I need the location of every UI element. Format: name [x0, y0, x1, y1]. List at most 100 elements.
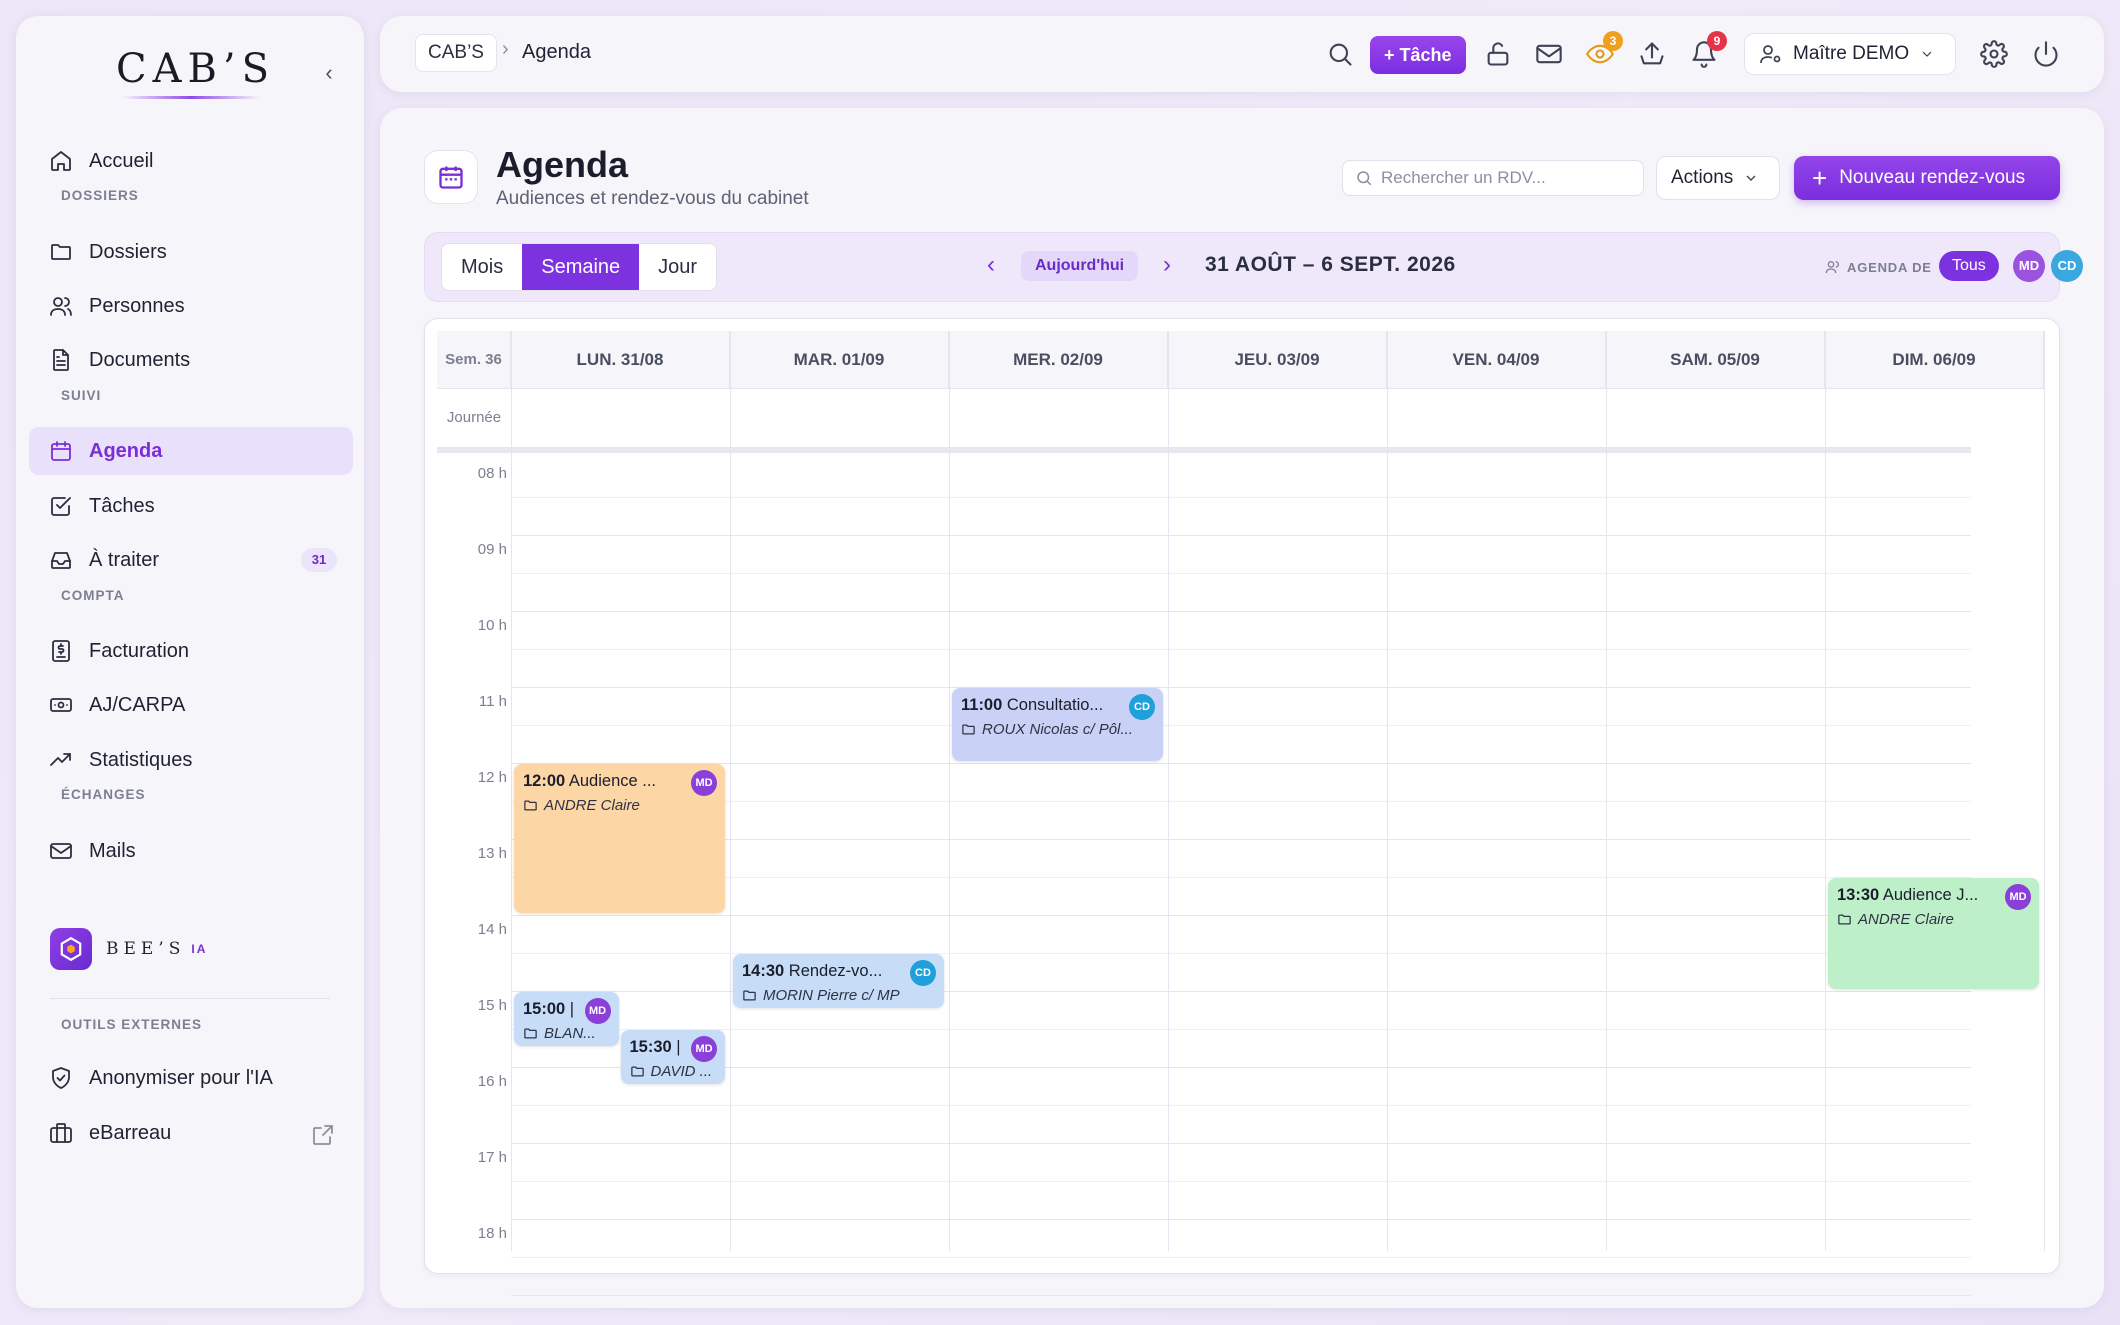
page-subtitle: Audiences et rendez-vous du cabinet [496, 188, 809, 209]
cabs-logo[interactable]: CAB’S [116, 44, 276, 100]
logo-text: CAB’S [116, 46, 276, 92]
day-header[interactable]: JEU. 03/09 [1168, 331, 1387, 389]
day-column-line [730, 331, 731, 1251]
sidebar-item-aj-carpa[interactable]: AJ/CARPA [29, 681, 353, 729]
new-appointment-button[interactable]: + Nouveau rendez-vous [1794, 156, 2060, 200]
external-link-icon [313, 1125, 333, 1145]
event-folder: ANDRE Claire [1837, 911, 2030, 928]
event-folder-name: DAVID ... [650, 1063, 713, 1080]
watch-button[interactable]: 3 [1586, 31, 1623, 68]
sidebar-divider [50, 998, 330, 999]
event-time: 14:30 [742, 962, 785, 980]
filter-all-button[interactable]: Tous [1939, 251, 1999, 281]
day-header[interactable]: SAM. 05/09 [1606, 331, 1825, 389]
agenda-de-label: AGENDA DE [1825, 259, 1932, 275]
sidebar-item-accueil[interactable]: Accueil [29, 137, 353, 185]
event-label: Audience J... [1879, 886, 1979, 904]
day-column-line [1387, 331, 1388, 1251]
event-title: 14:30 Rendez-vo... [742, 962, 935, 981]
event-card[interactable]: 12:00 Audience ... ANDRE Claire MD [514, 764, 725, 913]
settings-button[interactable] [1980, 40, 2008, 68]
day-column-line [511, 331, 512, 1251]
event-card[interactable]: 15:30 | DAVID ... MD [620, 1030, 725, 1084]
sidebar-item-taches[interactable]: Tâches [29, 482, 353, 530]
hour-label: 09 h [477, 541, 507, 558]
sidebar-item-mails[interactable]: Mails [29, 827, 353, 875]
previous-week-button[interactable]: ‹ [987, 251, 995, 279]
agenda-de-text: AGENDA DE [1847, 259, 1932, 275]
breadcrumb-separator: › [502, 38, 509, 60]
user-menu-button[interactable]: Maître DEMO [1744, 33, 1956, 75]
bees-ia-logo[interactable]: BEE’S IA [50, 928, 207, 970]
event-label: | [565, 1000, 575, 1018]
a-traiter-count-badge: 31 [301, 548, 337, 572]
sidebar-item-anonymiser[interactable]: Anonymiser pour l'IA [29, 1054, 353, 1102]
folder-icon [630, 1066, 644, 1077]
mail-button[interactable] [1535, 40, 1563, 68]
search-rdv-input[interactable] [1381, 168, 1631, 188]
day-header[interactable]: DIM. 06/09 [1825, 331, 2044, 389]
sidebar-item-a-traiter[interactable]: À traiter 31 [29, 536, 353, 584]
logout-button[interactable] [2032, 40, 2060, 68]
sidebar-item-statistiques[interactable]: Statistiques [29, 736, 353, 784]
day-header[interactable]: VEN. 04/09 [1387, 331, 1606, 389]
event-label: Audience ... [565, 772, 657, 790]
event-card[interactable]: 14:30 Rendez-vo... MORIN Pierre c/ MP CD [733, 954, 944, 1008]
sidebar-item-dossiers[interactable]: Dossiers [29, 228, 353, 276]
date-range-label: 31 AOÛT – 6 SEPT. 2026 [1205, 253, 1456, 276]
sidebar-item-ebarreau[interactable]: eBarreau [29, 1109, 353, 1157]
event-folder-name: BLAN... [544, 1025, 596, 1042]
day-header[interactable]: LUN. 31/08 [511, 331, 730, 389]
hour-label: 11 h [478, 693, 507, 710]
view-switcher: Mois Semaine Jour [441, 243, 718, 291]
sidebar-item-agenda[interactable]: Agenda [29, 427, 353, 475]
search-button[interactable] [1326, 40, 1354, 68]
upload-button[interactable] [1638, 40, 1666, 68]
sidebar-item-facturation[interactable]: Facturation [29, 627, 353, 675]
event-time: 15:00 [523, 1000, 566, 1018]
search-rdv-field[interactable] [1342, 160, 1644, 196]
folder-icon [51, 244, 71, 260]
view-week-button[interactable]: Semaine [522, 244, 640, 290]
hour-label: 17 h [477, 1149, 507, 1166]
plus-icon: + [1812, 163, 1828, 193]
shield-check-icon [52, 1067, 70, 1089]
day-column-line [1168, 331, 1169, 1251]
briefcase-icon [50, 1123, 72, 1143]
search-icon [1329, 43, 1352, 66]
search-icon [1357, 171, 1372, 186]
bees-text: BEE’S [106, 939, 186, 959]
event-folder: MORIN Pierre c/ MP [742, 987, 935, 1004]
sidebar-item-documents[interactable]: Documents [29, 336, 353, 384]
today-button[interactable]: Aujourd'hui [1021, 251, 1139, 281]
main-panel: Agenda Audiences et rendez-vous du cabin… [380, 108, 2104, 1308]
view-month-button[interactable]: Mois [442, 244, 522, 290]
event-card[interactable]: 13:30 Audience J... ANDRE Claire MD [1828, 878, 2039, 989]
avatar-filter-md[interactable]: MD [2013, 250, 2045, 282]
home-icon [51, 151, 71, 171]
calendar-icon [439, 166, 463, 189]
trending-up-icon [50, 753, 71, 766]
gear-icon [1980, 40, 2008, 68]
event-time: 13:30 [1837, 886, 1880, 904]
day-header[interactable]: MAR. 01/09 [730, 331, 949, 389]
banknote-icon [50, 698, 72, 712]
notifications-button[interactable]: 9 [1690, 31, 1727, 68]
calendar-icon [51, 441, 71, 461]
view-day-button[interactable]: Jour [639, 244, 716, 290]
actions-dropdown[interactable]: Actions [1656, 156, 1780, 200]
breadcrumb-home[interactable]: CAB’S [415, 34, 497, 72]
sidebar-item-personnes[interactable]: Personnes [29, 282, 353, 330]
avatar-filter-cd[interactable]: CD [2051, 250, 2083, 282]
hour-label: 16 h [477, 1073, 507, 1090]
new-task-button[interactable]: + Tâche [1370, 36, 1466, 74]
lock-button[interactable] [1484, 40, 1512, 68]
day-header[interactable]: MER. 02/09 [949, 331, 1168, 389]
event-title: 13:30 Audience J... [1837, 886, 2030, 905]
event-card[interactable]: 11:00 Consultatio... ROUX Nicolas c/ Pôl.… [952, 688, 1163, 761]
collapse-sidebar-icon[interactable]: ‹ [316, 60, 342, 86]
next-week-button[interactable]: › [1163, 251, 1171, 279]
sidebar-item-label: Mails [89, 839, 136, 862]
event-card[interactable]: 15:00 | BLAN... MD [514, 992, 619, 1046]
eye-count-badge: 3 [1603, 31, 1623, 51]
